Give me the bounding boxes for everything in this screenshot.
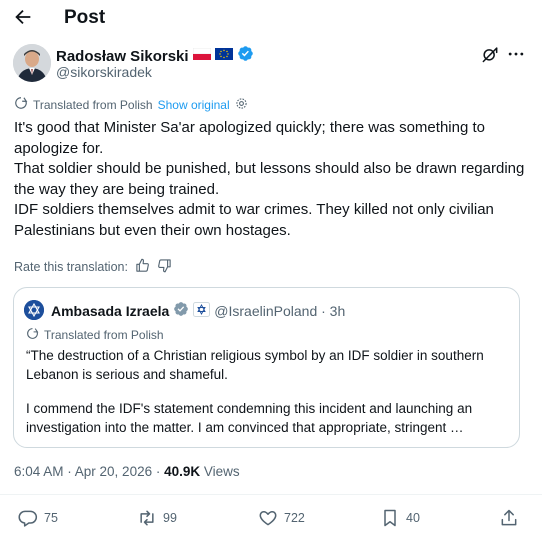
- post-text: It's good that Minister Sa'ar apologized…: [14, 118, 529, 241]
- share-button[interactable]: [499, 508, 519, 528]
- thumbs-down-icon[interactable]: [157, 258, 172, 276]
- poland-flag-icon: [192, 47, 211, 65]
- top-bar: Post: [0, 0, 542, 38]
- divider: [0, 494, 542, 495]
- repost-count: 99: [163, 511, 177, 525]
- quoted-header: Ambasada Izraela @IsraelinPoland · 3h: [51, 301, 345, 320]
- author-display-name[interactable]: Radosław Sikorski: [56, 48, 189, 65]
- post-paragraph: It's good that Minister Sa'ar apologized…: [14, 119, 485, 157]
- quoted-text: “The destruction of a Christian religiou…: [26, 346, 511, 437]
- like-button[interactable]: 722: [258, 508, 305, 528]
- reply-icon: [18, 508, 38, 528]
- post-paragraph: That soldier should be punished, but les…: [14, 160, 525, 198]
- share-icon: [499, 508, 519, 528]
- verified-badge-icon[interactable]: [237, 45, 254, 67]
- reply-button[interactable]: 75: [18, 508, 58, 528]
- translate-icon: [14, 96, 28, 113]
- quoted-paragraph: “The destruction of a Christian religiou…: [26, 348, 484, 382]
- quoted-translated-label: Translated from Polish: [44, 328, 164, 342]
- quoted-display-name[interactable]: Ambasada Izraela: [51, 303, 169, 319]
- heart-icon: [258, 508, 278, 528]
- quoted-paragraph: I commend the IDF's statement condemning…: [26, 401, 473, 435]
- quoted-handle-time[interactable]: @IsraelinPoland · 3h: [214, 303, 345, 319]
- gray-verified-badge-icon[interactable]: [173, 301, 189, 320]
- rate-translation: Rate this translation:: [14, 258, 172, 276]
- repost-icon: [137, 508, 157, 528]
- translated-label: Translated from Polish: [33, 97, 153, 112]
- translation-notice: Translated from Polish Show original: [14, 96, 248, 113]
- back-arrow-icon[interactable]: [12, 6, 34, 28]
- show-original-link[interactable]: Show original: [158, 98, 230, 112]
- quoted-avatar[interactable]: [24, 300, 44, 320]
- more-options-icon[interactable]: [506, 44, 526, 64]
- quoted-post[interactable]: Ambasada Izraela @IsraelinPoland · 3h Tr…: [13, 287, 520, 448]
- author-handle[interactable]: @sikorskiradek: [56, 64, 152, 80]
- post-timestamp[interactable]: 6:04 AM · Apr 20, 2026 ·: [14, 464, 164, 479]
- quoted-translation-notice: Translated from Polish: [26, 327, 164, 343]
- eu-flag-icon: [214, 47, 233, 65]
- rate-translation-label: Rate this translation:: [14, 260, 128, 274]
- bookmark-count: 40: [406, 511, 420, 525]
- grok-icon[interactable]: [480, 44, 500, 64]
- repost-button[interactable]: 99: [137, 508, 177, 528]
- views-label: Views: [200, 464, 240, 479]
- post-paragraph: IDF soldiers themselves admit to war cri…: [14, 201, 494, 239]
- action-bar: 75 99 722 40: [0, 508, 542, 530]
- translate-icon: [26, 327, 39, 343]
- settings-gear-icon[interactable]: [235, 97, 248, 113]
- reply-count: 75: [44, 511, 58, 525]
- page-title: Post: [64, 7, 106, 28]
- bookmark-icon: [380, 508, 400, 528]
- post-meta: 6:04 AM · Apr 20, 2026 · 40.9K Views: [14, 464, 240, 479]
- avatar[interactable]: [13, 44, 51, 82]
- views-count[interactable]: 40.9K: [164, 464, 200, 479]
- thumbs-up-icon[interactable]: [135, 258, 150, 276]
- affiliate-logo-icon[interactable]: [193, 301, 211, 320]
- like-count: 722: [284, 511, 305, 525]
- bookmark-button[interactable]: 40: [380, 508, 420, 528]
